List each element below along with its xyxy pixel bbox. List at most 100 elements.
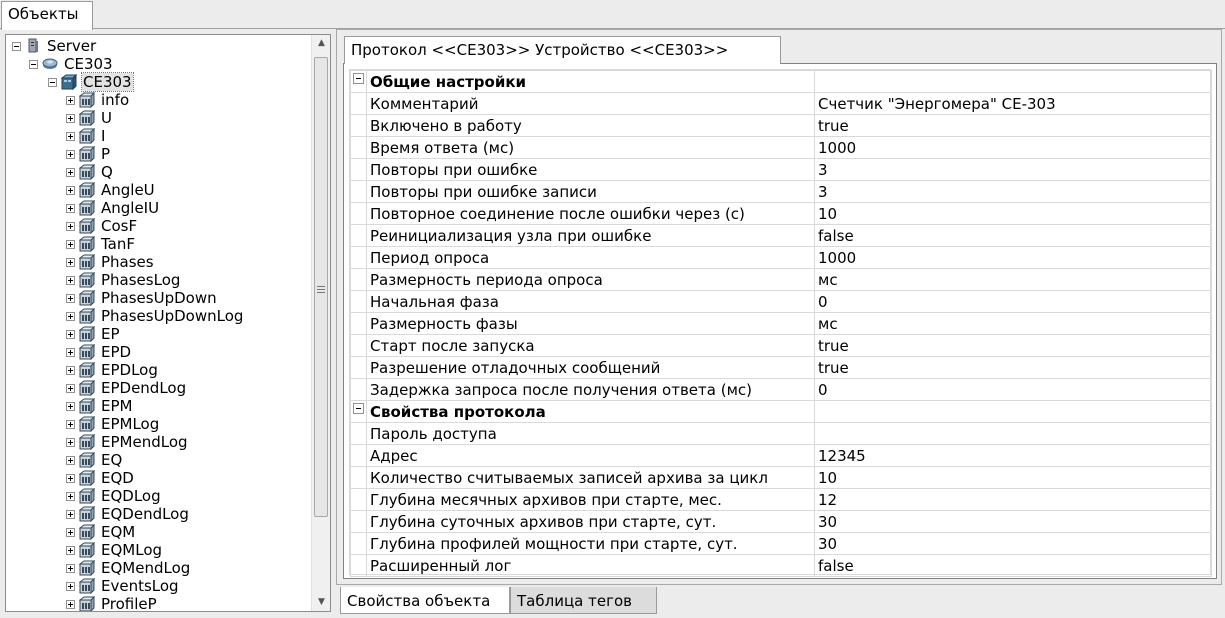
expand-plus-icon[interactable] xyxy=(66,473,75,483)
scroll-up-arrow-icon[interactable]: ▲ xyxy=(312,35,330,52)
tree-item[interactable]: EPDendLog xyxy=(66,379,187,397)
tree-item[interactable]: EQMendLog xyxy=(66,559,191,577)
tree-item[interactable]: EPMLog xyxy=(66,415,160,433)
property-row[interactable]: Период опроса 1000 xyxy=(350,246,1212,269)
property-name[interactable]: Разрешение отладочных сообщений xyxy=(366,356,815,379)
tab-objects[interactable]: Объекты xyxy=(1,1,93,30)
tree-item[interactable]: Q xyxy=(66,163,114,181)
expand-plus-icon[interactable] xyxy=(66,383,75,393)
property-row[interactable]: Глубина суточных архивов при старте, сут… xyxy=(350,510,1212,533)
expand-plus-icon[interactable] xyxy=(66,509,75,519)
expand-plus-icon[interactable] xyxy=(66,239,75,249)
property-row[interactable]: Повторы при ошибке записи 3 xyxy=(350,180,1212,203)
property-row[interactable]: Глубина профилей мощности при старте, су… xyxy=(350,532,1212,555)
property-row[interactable]: Глубина месячных архивов при старте, мес… xyxy=(350,488,1212,511)
property-row[interactable]: Повторное соединение после ошибки через … xyxy=(350,202,1212,225)
property-name[interactable]: Реинициализация узла при ошибке xyxy=(366,224,815,247)
property-value[interactable]: 12 xyxy=(814,488,1212,511)
tree-item[interactable]: I xyxy=(66,127,106,145)
expand-plus-icon[interactable] xyxy=(66,275,75,285)
property-value[interactable]: Счетчик "Энергомера" CE-303 xyxy=(814,92,1212,115)
property-name[interactable]: Повторное соединение после ошибки через … xyxy=(366,202,815,225)
property-value[interactable]: 1000 xyxy=(814,136,1212,159)
tree-item[interactable]: U xyxy=(66,109,113,127)
property-value[interactable]: false xyxy=(814,224,1212,247)
property-name[interactable]: Период опроса xyxy=(366,246,815,269)
expand-plus-icon[interactable] xyxy=(66,203,75,213)
collapse-minus-icon[interactable] xyxy=(353,403,364,414)
property-row[interactable]: Размерность фазы мс xyxy=(350,312,1212,335)
property-row[interactable]: Разрешение отладочных сообщений true xyxy=(350,356,1212,379)
property-row[interactable]: Количество считываемых записей архива за… xyxy=(350,466,1212,489)
tree-item[interactable]: CE303 xyxy=(48,72,134,92)
property-row[interactable]: Комментарий Счетчик "Энергомера" CE-303 xyxy=(350,92,1212,115)
tree-item[interactable]: EP xyxy=(66,325,121,343)
scroll-down-arrow-icon[interactable]: ▼ xyxy=(312,594,330,611)
property-value[interactable]: 10 xyxy=(814,202,1212,225)
expand-plus-icon[interactable] xyxy=(66,95,75,105)
expand-plus-icon[interactable] xyxy=(66,563,75,573)
property-row[interactable]: Расширенный лог false xyxy=(350,554,1212,577)
tree-item[interactable]: EventsLog xyxy=(66,577,180,595)
expand-plus-icon[interactable] xyxy=(66,581,75,591)
tree-item[interactable]: EQMLog xyxy=(66,541,163,559)
tree-item[interactable]: PhasesUpDown xyxy=(66,289,218,307)
property-row[interactable]: Пароль доступа xyxy=(350,422,1212,445)
tree-item[interactable]: EPMendLog xyxy=(66,433,189,451)
property-name[interactable]: Количество считываемых записей архива за… xyxy=(366,466,815,489)
expand-plus-icon[interactable] xyxy=(66,419,75,429)
expand-plus-icon[interactable] xyxy=(66,491,75,501)
expand-plus-icon[interactable] xyxy=(66,455,75,465)
expand-plus-icon[interactable] xyxy=(66,293,75,303)
property-value[interactable]: мс xyxy=(814,312,1212,335)
tree-item[interactable]: Server xyxy=(12,37,97,55)
expand-plus-icon[interactable] xyxy=(66,185,75,195)
tree-vertical-scrollbar[interactable]: ▲ ▼ xyxy=(311,35,330,611)
expand-plus-icon[interactable] xyxy=(66,347,75,357)
property-value[interactable]: мс xyxy=(814,268,1212,291)
property-row[interactable]: Старт после запуска true xyxy=(350,334,1212,357)
property-value[interactable]: 10 xyxy=(814,466,1212,489)
property-name[interactable]: Повторы при ошибке записи xyxy=(366,180,815,203)
expand-plus-icon[interactable] xyxy=(66,545,75,555)
property-name[interactable]: Пароль доступа xyxy=(366,422,815,445)
property-category-row[interactable]: Свойства протокола xyxy=(350,400,1212,423)
tree-item[interactable]: EPM xyxy=(66,397,133,415)
scrollbar-thumb[interactable] xyxy=(314,57,328,517)
expand-plus-icon[interactable] xyxy=(66,365,75,375)
property-name[interactable]: Размерность периода опроса xyxy=(366,268,815,291)
tree-item[interactable]: ProfileP xyxy=(66,595,158,611)
expand-plus-icon[interactable] xyxy=(66,437,75,447)
tree-item[interactable]: EQD xyxy=(66,469,135,487)
property-category-row[interactable]: Общие настройки xyxy=(350,70,1212,93)
tree-item[interactable]: AngleU xyxy=(66,181,156,199)
tab-protocol-device[interactable]: Протокол <<CE303>> Устройство <<CE303>> xyxy=(344,36,781,64)
property-value[interactable]: 30 xyxy=(814,510,1212,533)
property-value[interactable]: 0 xyxy=(814,378,1212,401)
property-value[interactable]: 30 xyxy=(814,532,1212,555)
expand-plus-icon[interactable] xyxy=(66,311,75,321)
expand-plus-icon[interactable] xyxy=(66,113,75,123)
property-value[interactable]: 1000 xyxy=(814,246,1212,269)
collapse-minus-icon[interactable] xyxy=(48,77,57,87)
property-value[interactable]: 0 xyxy=(814,290,1212,313)
tree-item[interactable]: info xyxy=(66,91,130,109)
property-name[interactable]: Глубина профилей мощности при старте, су… xyxy=(366,532,815,555)
tree-item[interactable]: Phases xyxy=(66,253,155,271)
property-name[interactable]: Размерность фазы xyxy=(366,312,815,335)
tree-item[interactable]: EPDLog xyxy=(66,361,159,379)
property-name[interactable]: Начальная фаза xyxy=(366,290,815,313)
expand-plus-icon[interactable] xyxy=(66,131,75,141)
property-row[interactable]: Реинициализация узла при ошибке false xyxy=(350,224,1212,247)
collapse-minus-icon[interactable] xyxy=(12,41,21,51)
property-value[interactable]: true xyxy=(814,114,1212,137)
property-row[interactable]: Задержка запроса после получения ответа … xyxy=(350,378,1212,401)
property-row[interactable]: Повторы при ошибке 3 xyxy=(350,158,1212,181)
expand-plus-icon[interactable] xyxy=(66,401,75,411)
tab-object-properties[interactable]: Свойства объекта xyxy=(340,587,510,614)
property-name[interactable]: Включено в работу xyxy=(366,114,815,137)
property-name[interactable]: Повторы при ошибке xyxy=(366,158,815,181)
property-name[interactable]: Расширенный лог xyxy=(366,554,815,577)
collapse-minus-icon[interactable] xyxy=(29,59,38,69)
property-value[interactable]: 3 xyxy=(814,158,1212,181)
